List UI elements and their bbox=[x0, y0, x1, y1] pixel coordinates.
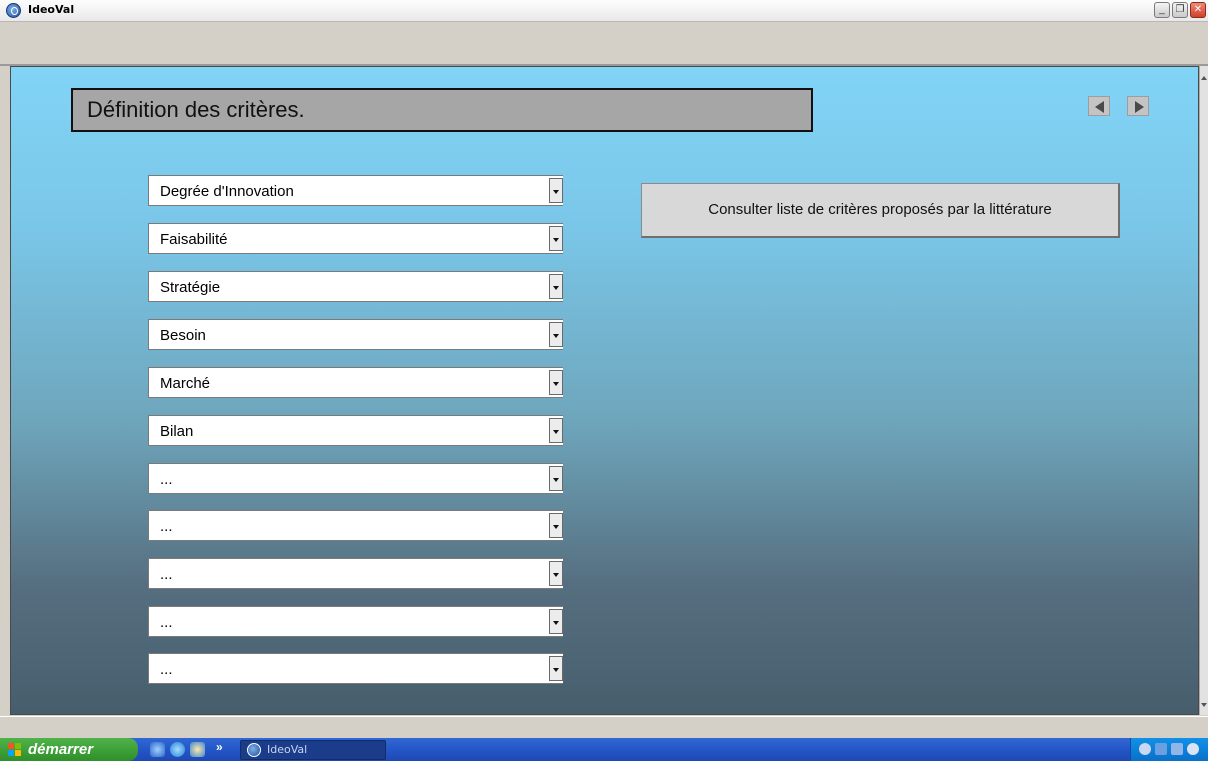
criterion-value: Faisabilité bbox=[160, 231, 228, 248]
taskbar-item-label: IdeoVal bbox=[267, 743, 308, 756]
app-icon bbox=[6, 3, 21, 18]
network-icon[interactable] bbox=[1155, 743, 1167, 755]
dropdown-arrow-icon[interactable] bbox=[549, 561, 563, 586]
close-button[interactable]: ✕ bbox=[1190, 2, 1206, 18]
criterion-value: ... bbox=[160, 661, 173, 678]
criterion-value: ... bbox=[160, 471, 173, 488]
criterion-value: Besoin bbox=[160, 327, 206, 344]
mail-icon[interactable] bbox=[190, 742, 205, 757]
status-strip bbox=[0, 716, 1208, 739]
dropdown-arrow-icon[interactable] bbox=[549, 322, 563, 347]
criterion-value: Bilan bbox=[160, 423, 194, 440]
criterion-value: ... bbox=[160, 566, 173, 583]
criterion-select-4[interactable]: Besoin bbox=[148, 319, 563, 350]
dropdown-arrow-icon[interactable] bbox=[549, 656, 563, 681]
start-button[interactable]: démarrer bbox=[0, 738, 138, 761]
window-title: IdeoVal bbox=[28, 3, 75, 16]
criterion-value: ... bbox=[160, 518, 173, 535]
network-warning-icon[interactable] bbox=[1171, 743, 1183, 755]
taskbar: démarrer » IdeoVal bbox=[0, 738, 1208, 761]
dropdown-arrow-icon[interactable] bbox=[549, 370, 563, 395]
dropdown-arrow-icon[interactable] bbox=[549, 466, 563, 491]
criterion-select-5[interactable]: Marché bbox=[148, 367, 563, 398]
dropdown-arrow-icon[interactable] bbox=[549, 274, 563, 299]
criterion-value: Marché bbox=[160, 375, 211, 392]
criterion-select-7[interactable]: ... bbox=[148, 463, 563, 494]
app-icon bbox=[247, 743, 261, 757]
page-title: Définition des critères. bbox=[71, 88, 813, 132]
criterion-select-10[interactable]: ... bbox=[148, 606, 563, 637]
dropdown-arrow-icon[interactable] bbox=[549, 609, 563, 634]
system-tray bbox=[1130, 738, 1208, 761]
desktop-icon[interactable] bbox=[150, 742, 165, 757]
tray-arrow-icon[interactable] bbox=[1139, 743, 1151, 755]
internet-explorer-icon[interactable] bbox=[170, 742, 185, 757]
windows-logo-icon bbox=[8, 743, 21, 756]
window-titlebar: IdeoVal _ ❐ ✕ bbox=[0, 0, 1208, 22]
scroll-up-icon[interactable] bbox=[1201, 76, 1207, 80]
dropdown-arrow-icon[interactable] bbox=[549, 226, 563, 251]
criterion-select-3[interactable]: Stratégie bbox=[148, 271, 563, 302]
dropdown-arrow-icon[interactable] bbox=[549, 418, 563, 443]
criterion-value: Stratégie bbox=[160, 279, 221, 296]
criterion-select-11[interactable]: ... bbox=[148, 653, 563, 684]
consult-literature-button[interactable]: Consulter liste de critères proposés par… bbox=[641, 183, 1120, 238]
vertical-scrollbar[interactable] bbox=[1199, 66, 1208, 715]
start-label: démarrer bbox=[28, 741, 94, 758]
dropdown-arrow-icon[interactable] bbox=[549, 513, 563, 538]
criterion-select-1[interactable]: Degrée d'Innovation bbox=[148, 175, 563, 206]
restore-button[interactable]: ❐ bbox=[1172, 2, 1188, 18]
criterion-select-8[interactable]: ... bbox=[148, 510, 563, 541]
quick-launch-more[interactable]: » bbox=[216, 740, 223, 754]
criterion-select-2[interactable]: Faisabilité bbox=[148, 223, 563, 254]
next-page-button[interactable] bbox=[1127, 96, 1149, 116]
toolbar-strip bbox=[0, 22, 1208, 66]
criterion-select-9[interactable]: ... bbox=[148, 558, 563, 589]
dropdown-arrow-icon[interactable] bbox=[549, 178, 563, 203]
scroll-down-icon[interactable] bbox=[1201, 703, 1207, 707]
triangle-left-icon bbox=[1095, 101, 1104, 113]
criterion-value: Degrée d'Innovation bbox=[160, 183, 294, 200]
criterion-value: ... bbox=[160, 614, 173, 631]
volume-icon[interactable] bbox=[1187, 743, 1199, 755]
taskbar-item-ideoval[interactable]: IdeoVal bbox=[240, 740, 386, 760]
minimize-button[interactable]: _ bbox=[1154, 2, 1170, 18]
previous-page-button[interactable] bbox=[1088, 96, 1110, 116]
triangle-right-icon bbox=[1135, 101, 1144, 113]
criterion-select-6[interactable]: Bilan bbox=[148, 415, 563, 446]
